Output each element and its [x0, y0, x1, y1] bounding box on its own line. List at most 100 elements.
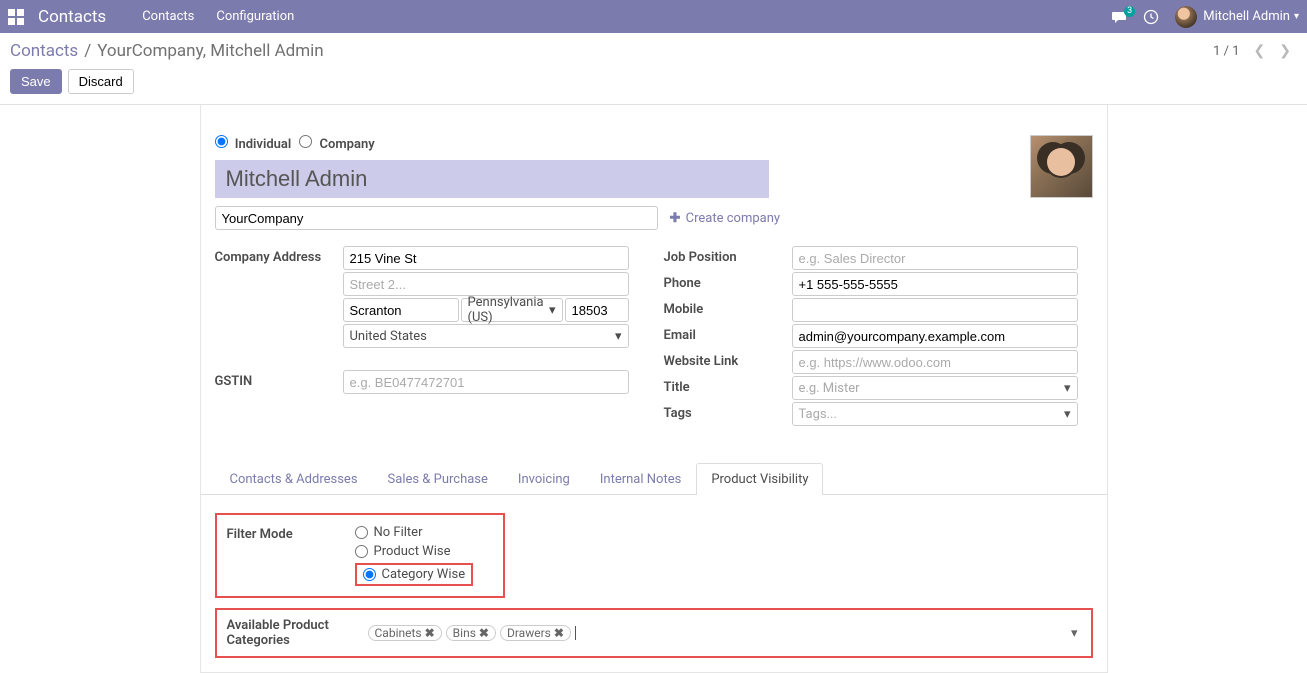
website-input[interactable]	[792, 350, 1078, 374]
company-input[interactable]	[215, 206, 658, 230]
top-navbar: Contacts Contacts Configuration 3 Mitche…	[0, 0, 1307, 33]
title-select[interactable]: e.g. Mister ▾	[792, 376, 1078, 400]
create-company-link[interactable]: ✚ Create company	[670, 211, 781, 226]
user-menu[interactable]: Mitchell Admin ▾	[1175, 6, 1299, 28]
radio-company[interactable]: Company	[299, 135, 374, 152]
menu-contacts[interactable]: Contacts	[142, 9, 194, 24]
label-company-address: Company Address	[215, 246, 343, 265]
apps-icon[interactable]	[8, 9, 24, 25]
contact-photo[interactable]	[1030, 135, 1093, 198]
tags-select[interactable]: Tags... ▾	[792, 402, 1078, 426]
form-sheet: Individual Company ✚ Create company	[200, 105, 1108, 673]
messages-icon[interactable]: 3	[1111, 10, 1127, 24]
radio-product-wise[interactable]: Product Wise	[355, 544, 474, 559]
create-company-label: Create company	[686, 211, 780, 226]
tabs: Contacts & Addresses Sales & Purchase In…	[201, 462, 1107, 495]
tab-sales-purchase[interactable]: Sales & Purchase	[373, 463, 503, 495]
mobile-input[interactable]	[792, 298, 1078, 322]
street2-input[interactable]	[343, 272, 629, 296]
pager-prev-icon[interactable]: ❮	[1254, 43, 1266, 59]
caret-down-icon: ▾	[1294, 11, 1299, 22]
label-phone: Phone	[664, 272, 792, 291]
breadcrumb-bar: Contacts / YourCompany, Mitchell Admin 1…	[0, 33, 1307, 65]
tag-remove-icon[interactable]: ✖	[479, 626, 489, 640]
category-wise-highlight: Category Wise	[355, 563, 474, 586]
plus-icon: ✚	[670, 211, 681, 226]
discard-button[interactable]: Discard	[68, 69, 134, 94]
title-placeholder: e.g. Mister	[799, 381, 860, 396]
label-mobile: Mobile	[664, 298, 792, 317]
label-gstin: GSTIN	[215, 370, 343, 389]
pager-text: 1 / 1	[1213, 44, 1239, 59]
radio-product-wise-label: Product Wise	[374, 544, 451, 559]
label-title: Title	[664, 376, 792, 395]
tag-label: Bins	[453, 626, 476, 640]
filter-mode-label: Filter Mode	[227, 525, 355, 586]
tab-body-product-visibility: Filter Mode No Filter Product Wise	[201, 495, 1107, 672]
tab-invoicing[interactable]: Invoicing	[503, 463, 585, 495]
tag-remove-icon[interactable]: ✖	[554, 626, 564, 640]
tag-label: Cabinets	[375, 626, 422, 640]
caret-down-icon: ▾	[549, 303, 556, 318]
radio-no-filter-label: No Filter	[374, 525, 423, 540]
caret-down-icon: ▾	[1064, 381, 1071, 396]
tag-label: Drawers	[507, 626, 551, 640]
phone-input[interactable]	[792, 272, 1078, 296]
radio-product-wise-input[interactable]	[355, 545, 368, 558]
user-name: Mitchell Admin	[1203, 9, 1290, 24]
job-position-input[interactable]	[792, 246, 1078, 270]
gstin-input[interactable]	[343, 370, 629, 394]
radio-category-wise-input[interactable]	[363, 568, 376, 581]
tab-internal-notes[interactable]: Internal Notes	[585, 463, 696, 495]
tags-placeholder: Tags...	[799, 407, 837, 422]
breadcrumb-current: YourCompany, Mitchell Admin	[97, 41, 323, 61]
breadcrumb-sep: /	[84, 41, 91, 61]
tag-cabinets: Cabinets ✖	[368, 625, 442, 641]
street-input[interactable]	[343, 246, 629, 270]
breadcrumb-root[interactable]: Contacts	[10, 41, 78, 61]
radio-no-filter-input[interactable]	[355, 526, 368, 539]
contact-type-radios: Individual Company	[215, 135, 1093, 152]
apc-label: Available Product Categories	[227, 618, 355, 648]
radio-category-wise-label: Category Wise	[382, 567, 466, 582]
filter-mode-highlight: Filter Mode No Filter Product Wise	[215, 513, 505, 598]
tab-contacts-addresses[interactable]: Contacts & Addresses	[215, 463, 373, 495]
caret-down-icon[interactable]: ▾	[1071, 626, 1078, 641]
radio-category-wise[interactable]: Category Wise	[363, 567, 466, 582]
tag-remove-icon[interactable]: ✖	[425, 626, 435, 640]
messages-badge: 3	[1124, 6, 1135, 17]
radio-individual-label: Individual	[235, 137, 292, 152]
label-website: Website Link	[664, 350, 792, 369]
country-select[interactable]: United States ▾	[343, 324, 629, 348]
state-value: Pennsylvania (US)	[468, 295, 549, 325]
tag-bins: Bins ✖	[446, 625, 496, 641]
label-tags: Tags	[664, 402, 792, 421]
name-input[interactable]	[215, 160, 769, 198]
radio-individual[interactable]: Individual	[215, 135, 292, 152]
activities-icon[interactable]	[1143, 9, 1159, 25]
radio-no-filter[interactable]: No Filter	[355, 525, 474, 540]
caret-down-icon: ▾	[1064, 407, 1071, 422]
label-job-position: Job Position	[664, 246, 792, 265]
label-email: Email	[664, 324, 792, 343]
action-bar: Save Discard	[0, 65, 1307, 105]
user-avatar-icon	[1175, 6, 1197, 28]
radio-company-label: Company	[320, 137, 375, 152]
save-button[interactable]: Save	[10, 69, 62, 94]
tag-drawers: Drawers ✖	[500, 625, 571, 641]
country-value: United States	[350, 329, 427, 344]
pager-next-icon[interactable]: ❯	[1279, 43, 1291, 59]
radio-individual-input[interactable]	[215, 135, 228, 148]
apc-tags-field[interactable]: Cabinets ✖ Bins ✖ Drawers ✖ ▾	[365, 622, 1081, 644]
tags-cursor	[575, 626, 576, 640]
pager: 1 / 1 ❮ ❯	[1213, 43, 1291, 59]
caret-down-icon: ▾	[615, 329, 622, 344]
state-select[interactable]: Pennsylvania (US) ▾	[461, 298, 563, 322]
zip-input[interactable]	[565, 298, 629, 322]
email-input[interactable]	[792, 324, 1078, 348]
city-input[interactable]	[343, 298, 459, 322]
app-name: Contacts	[38, 7, 106, 27]
menu-configuration[interactable]: Configuration	[216, 9, 294, 24]
radio-company-input[interactable]	[299, 135, 312, 148]
tab-product-visibility[interactable]: Product Visibility	[696, 463, 823, 495]
